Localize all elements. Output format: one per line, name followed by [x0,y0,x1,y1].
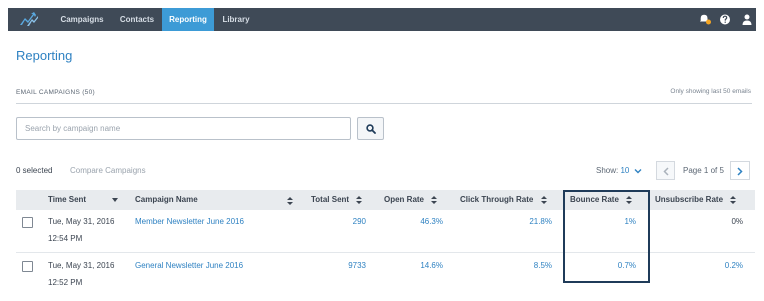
row-divider [16,252,755,253]
row-checkbox[interactable] [22,261,33,272]
notifications-icon[interactable] [700,13,712,26]
email-campaigns-heading: EMAIL CAMPAIGNS (50) [16,89,95,96]
chevron-left-icon [663,167,669,176]
top-nav-bar: Campaigns Contacts Reporting Library [8,8,756,31]
search-input[interactable] [16,117,351,140]
sort-desc-icon[interactable] [112,198,118,202]
campaign-name-link[interactable]: General Newsletter June 2016 [135,261,243,270]
nav-reporting[interactable]: Reporting [162,8,214,31]
nav-campaigns[interactable]: Campaigns [52,8,112,31]
open-rate-link[interactable]: 46.3% [420,217,443,226]
show-label: Show: [596,166,619,175]
column-time-sent[interactable]: Time Sent [48,190,86,210]
sort-icon [730,195,737,204]
section-divider [16,103,752,104]
next-page-button[interactable] [730,161,750,180]
search-button[interactable] [357,117,384,140]
user-icon[interactable] [741,13,753,26]
row-date: Tue, May 31, 2016 [48,261,115,270]
page-indicator: Page 1 of 5 [683,166,724,175]
nav-contacts[interactable]: Contacts [112,8,162,31]
previous-page-button[interactable] [656,161,675,180]
column-unsubscribe-rate[interactable]: Unsubscribe Rate [655,190,737,210]
total-sent-link[interactable]: 9733 [348,261,366,270]
column-campaign-name[interactable]: Campaign Name [135,190,198,210]
chevron-right-icon [737,167,743,176]
row-date: Tue, May 31, 2016 [48,217,115,226]
bounce-rate-link[interactable]: 1% [624,217,636,226]
selected-count: 0 selected [16,166,53,175]
sort-icon [431,195,438,204]
sort-icon [540,195,547,204]
click-through-rate-link[interactable]: 21.8% [529,217,552,226]
open-rate-link[interactable]: 14.6% [420,261,443,270]
page-title: Reporting [16,48,73,63]
unsubscribe-rate-link[interactable]: 0.2% [725,261,743,270]
total-sent-link[interactable]: 290 [353,217,366,226]
column-bounce-rate[interactable]: Bounce Rate [570,190,633,210]
campaign-name-link[interactable]: Member Newsletter June 2016 [135,217,244,226]
sort-icon[interactable] [287,197,293,205]
column-click-through-rate[interactable]: Click Through Rate [460,190,547,210]
chevron-down-icon [634,168,642,174]
help-icon[interactable] [719,13,731,26]
sort-icon [356,195,363,204]
bounce-rate-link[interactable]: 0.7% [618,261,636,270]
table-header: Time Sent Campaign Name Total Sent Open … [16,190,755,210]
row-checkbox[interactable] [22,217,33,228]
unsubscribe-rate-value: 0% [731,217,743,226]
sort-icon [626,195,633,204]
row-time: 12:54 PM [48,234,83,243]
column-total-sent[interactable]: Total Sent [311,190,363,210]
search-icon [366,124,376,134]
logo-icon[interactable] [19,12,39,27]
nav-library[interactable]: Library [214,8,258,31]
compare-campaigns-button[interactable]: Compare Campaigns [70,166,146,175]
showing-note: Only showing last 50 emails [670,88,751,95]
click-through-rate-link[interactable]: 8.5% [534,261,552,270]
page-size-selector[interactable]: Show: 10 [596,166,642,175]
column-open-rate[interactable]: Open Rate [384,190,438,210]
show-value[interactable]: 10 [620,166,629,175]
row-time: 12:52 PM [48,278,83,287]
